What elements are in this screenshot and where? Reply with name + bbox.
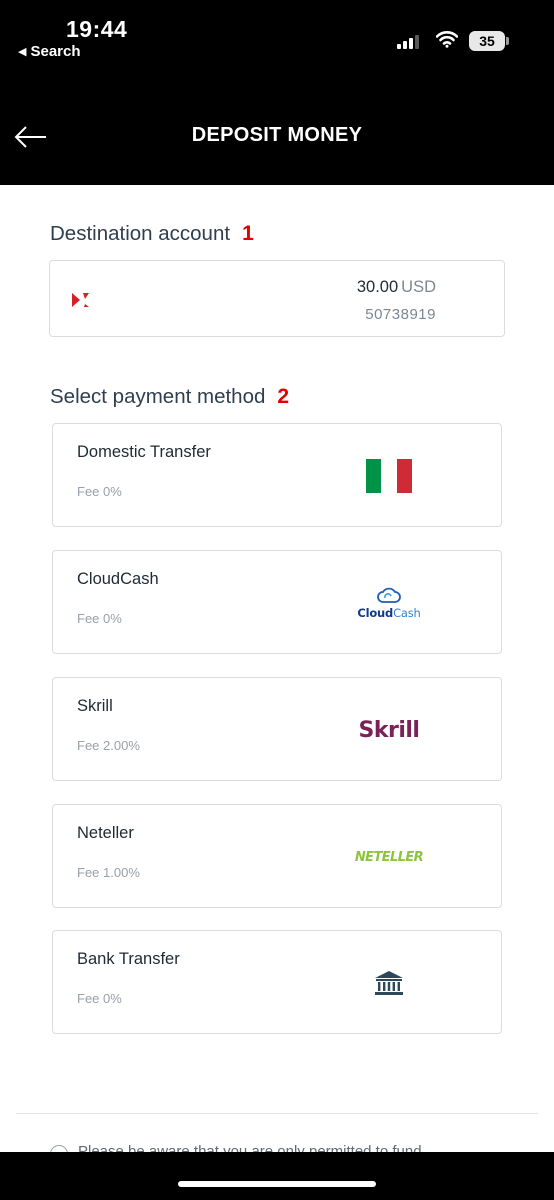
- italy-flag-icon: [353, 454, 425, 498]
- destination-account-card[interactable]: 30.00 USD 50738919: [49, 260, 505, 337]
- page-title: DEPOSIT MONEY: [191, 124, 363, 146]
- step-number-badge: 2: [277, 385, 290, 408]
- skrill-logo: Skrill: [353, 708, 425, 752]
- wifi-icon: [436, 31, 458, 48]
- destination-account-heading: Destination account 1: [50, 222, 254, 246]
- cloudcash-wordmark-bold: Cloud: [357, 605, 394, 620]
- account-balance: 30.00 USD: [357, 278, 436, 297]
- back-triangle-icon: ◀: [18, 46, 27, 58]
- back-to-search-link[interactable]: ◀ Search: [18, 43, 81, 60]
- payment-method-name: Skrill: [77, 697, 113, 715]
- battery-icon: 35: [469, 31, 505, 51]
- payment-method-fee: Fee 1.00%: [77, 865, 140, 880]
- payment-method-bank-transfer[interactable]: Bank Transfer Fee 0%: [52, 930, 502, 1034]
- status-time: 19:44: [66, 16, 128, 42]
- battery-nub: [506, 37, 509, 45]
- deposit-money-screen: 19:44 ◀ Search 35 DEPOSIT MONEY Destinati…: [0, 0, 554, 1200]
- destination-account-label: Destination account: [50, 222, 231, 245]
- neteller-logo: NETELLER: [353, 835, 425, 879]
- payment-method-fee: Fee 0%: [77, 991, 122, 1006]
- cloudcash-wordmark-light: Cash: [393, 605, 421, 620]
- payment-method-skrill[interactable]: Skrill Fee 2.00% Skrill: [52, 677, 502, 781]
- payment-method-cloudcash[interactable]: CloudCash Fee 0% CloudCash: [52, 550, 502, 654]
- broker-logo-icon: [72, 293, 89, 307]
- account-number: 50738919: [365, 306, 436, 323]
- neteller-wordmark: NETELLER: [354, 849, 424, 865]
- cloud-icon: [377, 587, 401, 603]
- step-number-badge: 1: [242, 222, 254, 245]
- payment-method-label: Select payment method: [50, 385, 266, 408]
- home-indicator[interactable]: [178, 1181, 376, 1187]
- payment-method-fee: Fee 0%: [77, 611, 122, 626]
- bottom-bar: [0, 1152, 554, 1200]
- cellular-signal-icon: [397, 33, 423, 49]
- back-app-label: Search: [30, 43, 81, 60]
- skrill-wordmark: Skrill: [358, 717, 420, 743]
- payment-method-name: Neteller: [77, 824, 134, 842]
- balance-amount: 30.00: [356, 278, 399, 296]
- payment-method-fee: Fee 2.00%: [77, 738, 140, 753]
- payment-method-name: Bank Transfer: [77, 950, 180, 968]
- payment-method-name: CloudCash: [77, 570, 159, 588]
- payment-method-heading: Select payment method 2: [50, 385, 289, 409]
- cloudcash-wordmark: CloudCash: [357, 606, 420, 620]
- payment-method-domestic-transfer[interactable]: Domestic Transfer Fee 0%: [52, 423, 502, 527]
- payment-method-neteller[interactable]: Neteller Fee 1.00% NETELLER: [52, 804, 502, 908]
- balance-currency: USD: [401, 278, 436, 296]
- bank-icon: [353, 961, 425, 1005]
- payment-method-name: Domestic Transfer: [77, 443, 211, 461]
- cloudcash-logo: CloudCash: [353, 581, 425, 625]
- top-bar: 19:44 ◀ Search 35 DEPOSIT MONEY: [0, 0, 554, 185]
- divider: [16, 1113, 538, 1114]
- payment-method-fee: Fee 0%: [77, 484, 122, 499]
